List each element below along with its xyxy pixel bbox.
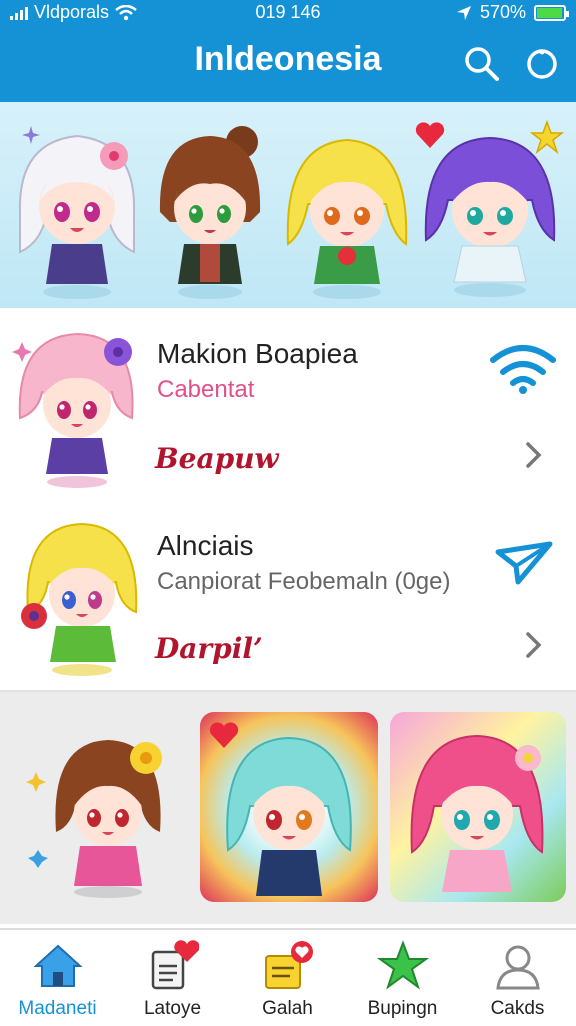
character-pink-hair xyxy=(410,734,544,892)
character-purple-hair xyxy=(424,136,556,297)
character-brown-hair xyxy=(159,126,261,299)
item-name: Makion Boapiea xyxy=(157,338,358,369)
battery-percent: 570% xyxy=(479,2,526,22)
item-tag: Darpil’ xyxy=(155,632,263,665)
nav-item-cakds[interactable]: Cakds xyxy=(460,930,575,1026)
chevron-right-icon[interactable] xyxy=(524,630,544,660)
list-item[interactable]: Alnciais Canpiorat Feobemaln (0ge) Darpi… xyxy=(0,502,576,692)
status-right: 570% xyxy=(456,2,569,23)
document-heart-icon xyxy=(151,940,199,990)
nav-label: Bupingn xyxy=(367,998,438,1019)
nav-label: Latoye xyxy=(143,998,202,1019)
send-icon[interactable] xyxy=(494,540,554,586)
item-subtitle: Canpiorat Feobemaln (0ge) xyxy=(157,568,451,595)
location-icon xyxy=(456,5,471,20)
home-icon xyxy=(33,944,83,987)
search-icon[interactable] xyxy=(462,44,502,84)
menu-circle-icon[interactable] xyxy=(522,44,562,84)
nav-label: Cakds xyxy=(490,998,545,1019)
nav-item-latoye[interactable]: Latoye xyxy=(115,930,230,1026)
status-bar: Vldporals 019 146 570% xyxy=(0,0,576,26)
character-white-hair xyxy=(18,134,136,299)
character-avatar xyxy=(21,522,138,676)
bottom-nav: Madaneti Latoye Galah Bupingn Cakds xyxy=(0,928,576,1026)
character-yellow-hair xyxy=(286,138,408,299)
battery-icon xyxy=(534,4,569,21)
nav-label: Galah xyxy=(262,998,313,1019)
item-subtitle: Cabentat xyxy=(157,376,255,403)
item-name: Alnciais xyxy=(157,530,254,561)
gallery xyxy=(0,692,576,924)
gallery-tile-pink[interactable] xyxy=(390,712,566,902)
gallery-tile-teal[interactable] xyxy=(200,712,378,902)
note-badge-icon xyxy=(265,941,313,989)
star-icon xyxy=(377,940,429,990)
gallery-character-brown[interactable] xyxy=(22,722,182,902)
battery-fill xyxy=(537,7,562,18)
heart-icon xyxy=(209,722,239,748)
nav-label: Madaneti xyxy=(18,998,97,1019)
character-avatar xyxy=(12,332,134,488)
nav-item-galah[interactable]: Galah xyxy=(230,930,345,1026)
chevron-right-icon[interactable] xyxy=(524,440,544,470)
app-bar: Inldeonesia xyxy=(0,26,576,102)
nav-item-home[interactable]: Madaneti xyxy=(0,930,115,1026)
wifi-icon[interactable] xyxy=(490,344,556,394)
list-item[interactable]: Makion Boapiea Cabentat Beapuw xyxy=(0,308,576,504)
nav-item-bupingn[interactable]: Bupingn xyxy=(345,930,460,1026)
character-banner xyxy=(0,102,576,308)
profile-icon xyxy=(496,945,540,990)
character-teal-hair xyxy=(226,736,352,896)
item-tag: Beapuw xyxy=(155,442,279,475)
